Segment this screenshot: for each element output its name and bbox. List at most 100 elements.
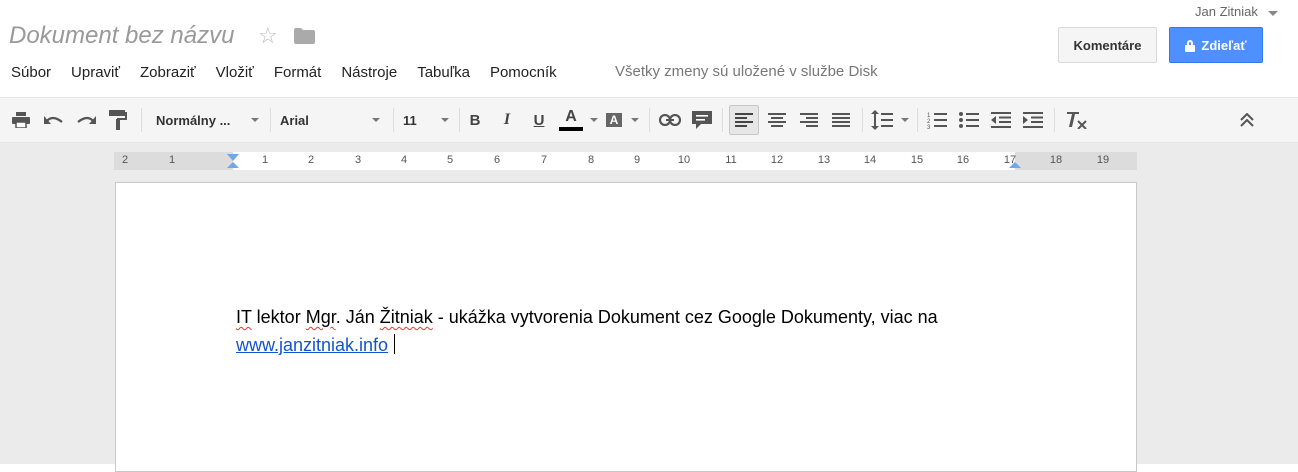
text-cursor — [394, 334, 396, 354]
underline-icon[interactable]: U — [528, 98, 550, 142]
font-size-dropdown[interactable]: 11 — [397, 98, 455, 142]
numbered-list-icon[interactable]: 123 — [924, 98, 950, 142]
chevron-down-icon — [372, 118, 380, 122]
toolbar-separator — [393, 108, 394, 132]
share-button[interactable]: Zdieľať — [1169, 27, 1263, 63]
highlight-color-icon[interactable]: A — [603, 98, 625, 142]
align-left-icon[interactable] — [729, 105, 759, 135]
document-page[interactable]: IT lektor Mgr. Ján Žitniak - ukážka vytv… — [115, 182, 1137, 472]
bold-icon[interactable]: B — [464, 98, 486, 142]
paint-format-icon[interactable] — [106, 98, 130, 142]
ruler-number: 2 — [121, 154, 129, 166]
chevron-down-icon[interactable] — [631, 118, 639, 122]
menu-view[interactable]: Zobraziť — [140, 64, 196, 81]
chevron-down-icon[interactable] — [590, 118, 598, 122]
ruler-number: 8 — [587, 154, 595, 166]
align-right-icon[interactable] — [796, 98, 822, 142]
menu-edit[interactable]: Upraviť — [71, 64, 120, 81]
paragraph-line-2: www.janzitniak.info — [236, 331, 938, 359]
menu-bar: Súbor Upraviť Zobraziť Vložiť Formát Nás… — [0, 62, 566, 82]
save-status[interactable]: Všetky zmeny sú uložené v službe Disk — [615, 63, 878, 80]
font-size-value: 11 — [403, 112, 417, 128]
ruler-number: 2 — [307, 154, 315, 166]
toolbar-separator — [917, 108, 918, 132]
paragraph-line-1: IT lektor Mgr. Ján Žitniak - ukážka vytv… — [236, 303, 938, 331]
menu-insert[interactable]: Vložiť — [216, 64, 254, 81]
spell-error-word[interactable]: Mgr — [306, 307, 336, 327]
redo-icon[interactable] — [74, 98, 98, 142]
ruler-number: 12 — [770, 154, 784, 166]
ruler-number: 1 — [168, 154, 176, 166]
star-icon[interactable]: ☆ — [258, 22, 278, 50]
share-button-label: Zdieľať — [1201, 37, 1247, 53]
folder-icon[interactable] — [294, 28, 315, 44]
ruler-number: 15 — [910, 154, 924, 166]
chevron-down-icon — [251, 118, 259, 122]
ruler-active-area — [233, 152, 1015, 170]
paragraph-style-value: Normálny ... — [156, 112, 231, 128]
body-text: lektor — [251, 307, 306, 327]
ruler-number: 5 — [446, 154, 454, 166]
increase-indent-icon[interactable] — [1020, 98, 1046, 142]
text-color-bar — [559, 127, 583, 131]
decrease-indent-icon[interactable] — [988, 98, 1014, 142]
document-link[interactable]: www.janzitniak.info — [236, 335, 388, 355]
clear-formatting-icon[interactable] — [1062, 98, 1090, 142]
chevron-down-icon — [441, 118, 449, 122]
ruler-number: 1 — [261, 154, 269, 166]
comments-button-label: Komentáre — [1073, 37, 1142, 53]
toolbar-separator — [862, 108, 863, 132]
spell-error-word[interactable]: IT — [236, 307, 252, 327]
undo-icon[interactable] — [42, 98, 66, 142]
toolbar-separator — [649, 108, 650, 132]
ruler[interactable]: 2 1 1 2 3 4 5 6 7 8 9 10 11 12 13 14 15 … — [114, 152, 1137, 170]
menu-tools[interactable]: Nástroje — [341, 64, 397, 81]
spell-error-word[interactable]: Žitniak — [380, 307, 433, 327]
bulleted-list-icon[interactable] — [956, 98, 982, 142]
ruler-number: 4 — [400, 154, 408, 166]
user-name[interactable]: Jan Zitniak — [1195, 4, 1258, 19]
toolbar-separator — [722, 108, 723, 132]
ruler-number: 7 — [540, 154, 548, 166]
svg-text:3: 3 — [927, 125, 931, 129]
link-icon[interactable] — [657, 98, 683, 142]
ruler-number: 19 — [1096, 154, 1110, 166]
align-center-icon[interactable] — [764, 98, 790, 142]
ruler-number: 18 — [1049, 154, 1063, 166]
font-family-dropdown[interactable]: Arial — [274, 98, 386, 142]
ruler-number: 6 — [493, 154, 501, 166]
ruler-number: 14 — [863, 154, 877, 166]
paragraph-style-dropdown[interactable]: Normálny ... — [150, 98, 265, 142]
comments-button[interactable]: Komentáre — [1058, 27, 1157, 63]
text-color-icon[interactable]: A — [558, 98, 584, 142]
ruler-number: 10 — [677, 154, 691, 166]
ruler-number: 3 — [354, 154, 362, 166]
docs-header: Dokument bez názvu ☆ Jan Zitniak Komentá… — [0, 0, 1298, 97]
menu-format[interactable]: Formát — [274, 64, 322, 81]
line-spacing-icon[interactable] — [869, 98, 895, 142]
ruler-number: 13 — [817, 154, 831, 166]
toolbar-separator — [1054, 108, 1055, 132]
ruler-number: 9 — [633, 154, 641, 166]
font-family-value: Arial — [280, 112, 309, 128]
add-comment-icon[interactable] — [690, 98, 714, 142]
menu-file[interactable]: Súbor — [11, 64, 51, 81]
document-title[interactable]: Dokument bez názvu — [9, 22, 234, 50]
toolbar-separator — [141, 108, 142, 132]
user-menu-caret-icon[interactable] — [1268, 11, 1278, 16]
print-icon[interactable] — [9, 98, 33, 142]
italic-icon[interactable]: I — [496, 98, 518, 142]
chevron-down-icon[interactable] — [901, 118, 909, 122]
toolbar: Normálny ... Arial 11 B I U A A 1 2 3 — [0, 97, 1298, 143]
body-text: - ukážka vytvorenia Dokument cez Google … — [432, 307, 938, 327]
document-body[interactable]: IT lektor Mgr. Ján Žitniak - ukážka vytv… — [236, 303, 938, 359]
toolbar-separator — [459, 108, 460, 132]
ruler-number: 11 — [725, 154, 737, 166]
body-text: . Ján — [335, 307, 380, 327]
collapse-toolbar-icon[interactable] — [1234, 98, 1260, 142]
lock-icon — [1185, 39, 1196, 52]
align-justify-icon[interactable] — [828, 98, 854, 142]
toolbar-separator — [270, 108, 271, 132]
menu-table[interactable]: Tabuľka — [417, 64, 470, 81]
menu-help[interactable]: Pomocník — [490, 64, 557, 81]
